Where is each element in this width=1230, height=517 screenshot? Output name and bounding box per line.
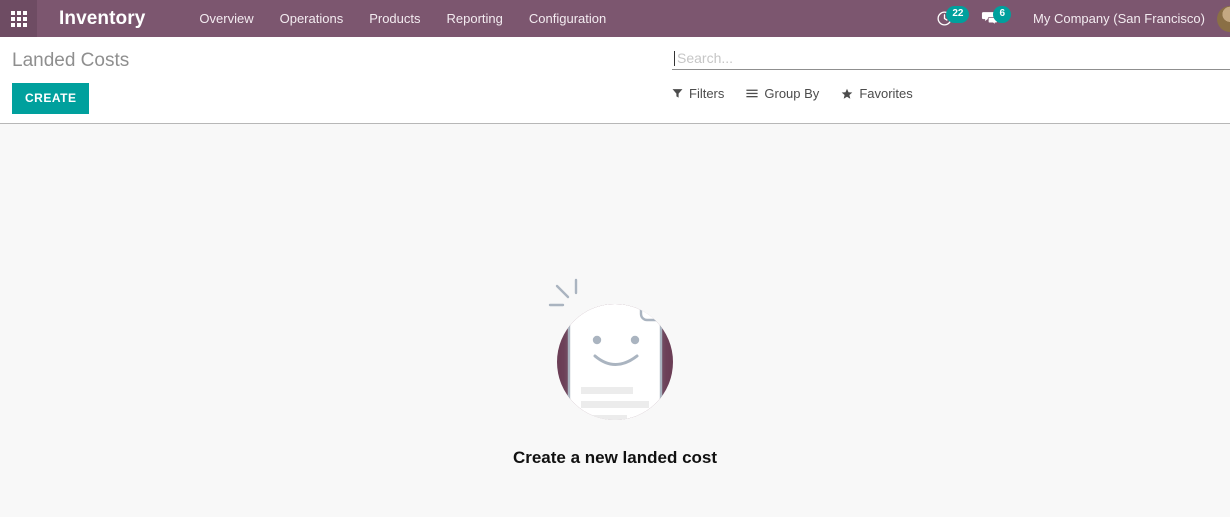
document-text-line bbox=[581, 401, 649, 408]
menu-item-operations[interactable]: Operations bbox=[278, 8, 346, 29]
create-button[interactable]: CREATE bbox=[12, 83, 90, 114]
document-eye-right bbox=[630, 335, 640, 345]
menu-item-products[interactable]: Products bbox=[367, 8, 422, 29]
control-panel-left: Landed Costs CREATE bbox=[12, 37, 652, 114]
document-text-line bbox=[581, 415, 627, 420]
messages-count-badge: 6 bbox=[993, 6, 1012, 23]
menu-item-reporting[interactable]: Reporting bbox=[445, 8, 505, 29]
content-area: Create a new landed cost bbox=[0, 124, 1230, 517]
search-dropdown-buttons: Filters Group By Favorites bbox=[672, 86, 1230, 101]
control-panel: Landed Costs CREATE Filters Group By bbox=[0, 37, 1230, 124]
main-menu-bar: Overview Operations Products Reporting C… bbox=[197, 8, 608, 29]
menu-item-configuration[interactable]: Configuration bbox=[527, 8, 608, 29]
document-eye-left bbox=[592, 335, 602, 345]
document-text-line bbox=[581, 387, 633, 394]
control-panel-right: Filters Group By Favorites bbox=[672, 37, 1230, 101]
activities-count-badge: 22 bbox=[946, 6, 970, 23]
page-title: Landed Costs bbox=[12, 50, 130, 71]
search-input[interactable] bbox=[675, 47, 1230, 69]
apps-grid-icon bbox=[10, 10, 27, 27]
star-icon bbox=[842, 88, 853, 99]
sparkle-icon bbox=[548, 278, 578, 307]
document-text-line bbox=[581, 429, 643, 434]
company-switcher[interactable]: My Company (San Francisco) bbox=[1033, 11, 1205, 26]
favorites-label: Favorites bbox=[859, 86, 913, 101]
filters-button[interactable]: Filters bbox=[672, 86, 724, 101]
search-bar[interactable] bbox=[672, 47, 1230, 70]
group-by-label: Group By bbox=[764, 86, 820, 101]
systray: 22 6 My Company (San Francisco) bbox=[930, 0, 1230, 37]
app-brand-title[interactable]: Inventory bbox=[59, 8, 145, 30]
document-folded-corner bbox=[639, 304, 663, 322]
menu-item-overview[interactable]: Overview bbox=[197, 8, 255, 29]
document-body bbox=[567, 304, 663, 434]
top-navbar: Inventory Overview Operations Products R… bbox=[0, 0, 1230, 37]
activities-menu-button[interactable]: 22 bbox=[930, 0, 975, 37]
smiling-document-icon bbox=[548, 278, 673, 434]
empty-state: Create a new landed cost bbox=[0, 274, 1230, 468]
hamburger-lines-icon bbox=[746, 89, 758, 98]
empty-state-caption: Create a new landed cost bbox=[512, 448, 718, 467]
filters-label: Filters bbox=[689, 86, 725, 101]
apps-menu-button[interactable] bbox=[0, 0, 37, 37]
messages-menu-button[interactable]: 6 bbox=[975, 0, 1017, 37]
avatar[interactable] bbox=[1217, 5, 1230, 32]
funnel-icon bbox=[672, 89, 683, 98]
favorites-button[interactable]: Favorites bbox=[841, 86, 913, 101]
group-by-button[interactable]: Group By bbox=[746, 86, 819, 101]
